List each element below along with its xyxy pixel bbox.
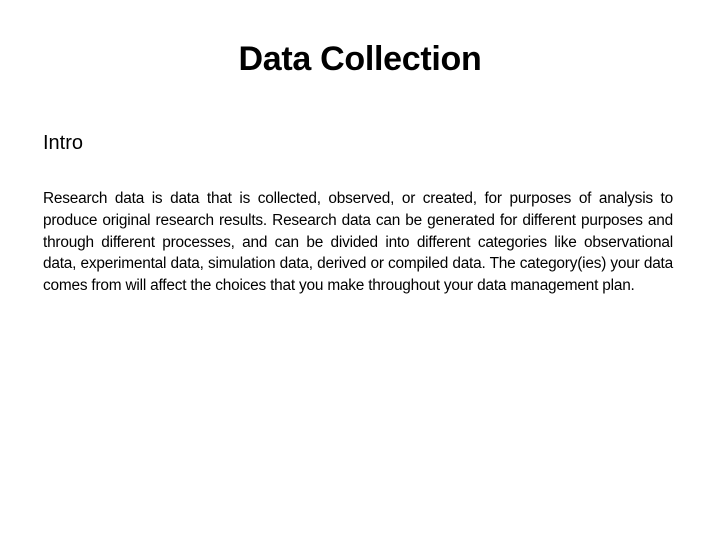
body-paragraph: Research data is data that is collected,… bbox=[43, 190, 673, 295]
slide-title: Data Collection bbox=[238, 40, 482, 78]
section-heading: Intro bbox=[43, 132, 84, 154]
